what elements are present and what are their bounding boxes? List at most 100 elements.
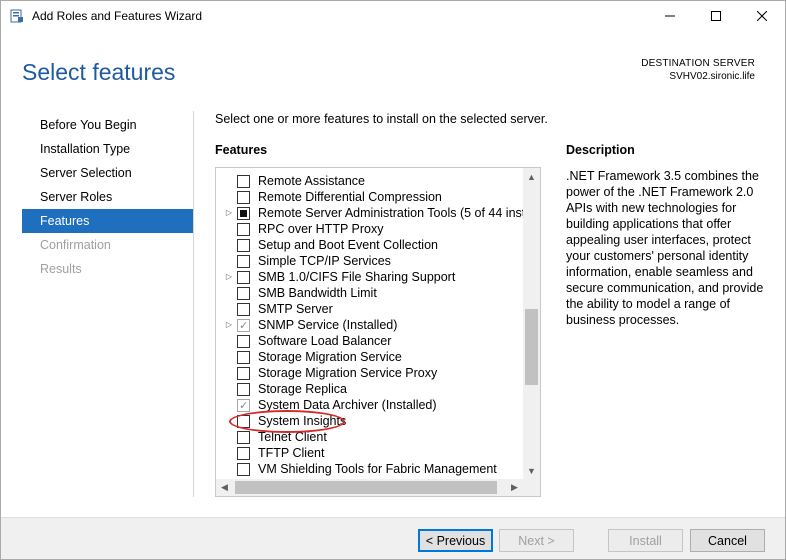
- feature-row[interactable]: SMB Bandwidth Limit: [216, 285, 523, 301]
- nav-divider: [193, 111, 194, 497]
- horizontal-scroll-thumb[interactable]: [235, 481, 497, 494]
- feature-label: Simple TCP/IP Services: [258, 254, 391, 268]
- feature-label: Storage Migration Service Proxy: [258, 366, 438, 380]
- nav-item-results: Results: [40, 262, 82, 276]
- nav-item-installation-type[interactable]: Installation Type: [22, 137, 193, 161]
- feature-row[interactable]: Storage Replica: [216, 381, 523, 397]
- nav-item-before-you-begin[interactable]: Before You Begin: [22, 113, 193, 137]
- feature-label: Software Load Balancer: [258, 334, 392, 348]
- maximize-icon: [711, 11, 721, 21]
- feature-checkbox[interactable]: [237, 239, 250, 252]
- feature-checkbox[interactable]: [237, 255, 250, 268]
- close-icon: [757, 11, 767, 21]
- feature-checkbox[interactable]: [237, 335, 250, 348]
- scroll-right-icon[interactable]: ▶: [506, 479, 523, 496]
- cancel-button[interactable]: Cancel: [690, 529, 765, 552]
- nav-item-features[interactable]: Features: [22, 209, 193, 233]
- feature-row[interactable]: Remote Assistance: [216, 173, 523, 189]
- chevron-right-icon[interactable]: ▷: [224, 205, 234, 221]
- feature-label: SNMP Service (Installed): [258, 318, 398, 332]
- feature-checkbox: [237, 398, 250, 414]
- chevron-right-icon[interactable]: ▷: [224, 269, 234, 285]
- page-title: Select features: [22, 59, 176, 85]
- maximize-button[interactable]: [693, 1, 739, 31]
- feature-row[interactable]: Storage Migration Service Proxy: [216, 365, 523, 381]
- feature-row[interactable]: Software Load Balancer: [216, 333, 523, 349]
- description-text: .NET Framework 3.5 combines the power of…: [566, 169, 764, 327]
- feature-label: Remote Assistance: [258, 174, 365, 188]
- feature-row[interactable]: RPC over HTTP Proxy: [216, 221, 523, 237]
- nav-item-server-roles[interactable]: Server Roles: [22, 185, 193, 209]
- feature-checkbox[interactable]: [237, 415, 250, 428]
- feature-checkbox[interactable]: [237, 223, 250, 236]
- feature-label: SMTP Server: [258, 302, 333, 316]
- instruction-text: Select one or more features to install o…: [215, 112, 548, 126]
- feature-checkbox[interactable]: [237, 287, 250, 300]
- feature-checkbox[interactable]: [237, 175, 250, 188]
- feature-label: Remote Server Administration Tools (5 of…: [258, 206, 541, 220]
- scroll-left-icon[interactable]: ◀: [216, 479, 233, 496]
- feature-row[interactable]: Telnet Client: [216, 429, 523, 445]
- feature-label: Setup and Boot Event Collection: [258, 238, 438, 252]
- feature-label: TFTP Client: [258, 446, 325, 460]
- nav-item-server-selection[interactable]: Server Selection: [22, 161, 193, 185]
- feature-row[interactable]: Setup and Boot Event Collection: [216, 237, 523, 253]
- close-button[interactable]: [739, 1, 785, 31]
- feature-row[interactable]: Storage Migration Service: [216, 349, 523, 365]
- feature-label: System Data Archiver (Installed): [258, 398, 437, 412]
- title-bar[interactable]: Add Roles and Features Wizard: [1, 1, 785, 31]
- feature-checkbox[interactable]: [237, 447, 250, 460]
- features-list[interactable]: Remote Assistance Remote Differential Com…: [215, 167, 541, 497]
- destination-server-label: DESTINATION SERVER: [641, 58, 755, 69]
- wizard-footer: < Previous Next > Install Cancel: [1, 517, 785, 559]
- feature-label: Storage Migration Service: [258, 350, 402, 364]
- feature-checkbox[interactable]: [237, 463, 250, 476]
- feature-label: RPC over HTTP Proxy: [258, 222, 384, 236]
- feature-checkbox[interactable]: [237, 191, 250, 204]
- previous-button[interactable]: < Previous: [418, 529, 493, 552]
- feature-checkbox[interactable]: [237, 351, 250, 364]
- features-heading: Features: [215, 143, 268, 157]
- feature-checkbox[interactable]: [237, 431, 250, 444]
- scroll-up-icon[interactable]: ▲: [523, 168, 540, 185]
- vertical-scroll-thumb[interactable]: [525, 309, 538, 385]
- chevron-right-icon[interactable]: ▷: [224, 317, 234, 333]
- nav-item-confirmation: Confirmation: [40, 238, 111, 252]
- minimize-icon: [665, 15, 675, 17]
- feature-checkbox[interactable]: [237, 367, 250, 380]
- feature-checkbox[interactable]: [237, 207, 250, 220]
- feature-row[interactable]: ▷ SMB 1.0/CIFS File Sharing Support: [216, 269, 523, 285]
- destination-server-name: SVHV02.sironic.life: [669, 71, 755, 82]
- feature-checkbox[interactable]: [237, 303, 250, 316]
- feature-row[interactable]: TFTP Client: [216, 445, 523, 461]
- feature-label: Telnet Client: [258, 430, 327, 444]
- feature-checkbox: [237, 318, 250, 334]
- horizontal-scrollbar[interactable]: ◀ ▶: [216, 479, 523, 496]
- feature-label: SMB Bandwidth Limit: [258, 286, 377, 300]
- feature-row[interactable]: VM Shielding Tools for Fabric Management: [216, 461, 523, 477]
- feature-checkbox[interactable]: [237, 383, 250, 396]
- feature-row[interactable]: ▷ Remote Server Administration Tools (5 o…: [216, 205, 540, 221]
- install-button: Install: [608, 529, 683, 552]
- wizard-window: Add Roles and Features Wizard Select fea…: [0, 0, 786, 560]
- feature-row[interactable]: Simple TCP/IP Services: [216, 253, 523, 269]
- server-wizard-icon: [10, 9, 23, 23]
- feature-row[interactable]: System Insights: [216, 413, 523, 429]
- feature-checkbox[interactable]: [237, 271, 250, 284]
- wizard-nav: Before You Begin Installation Type Serve…: [22, 113, 193, 281]
- minimize-button[interactable]: [647, 1, 693, 31]
- feature-row[interactable]: SMTP Server: [216, 301, 523, 317]
- vertical-scrollbar[interactable]: ▲ ▼: [523, 168, 540, 479]
- feature-row[interactable]: System Data Archiver (Installed): [216, 397, 523, 414]
- next-button: Next >: [499, 529, 574, 552]
- feature-row[interactable]: Remote Differential Compression: [216, 189, 523, 205]
- feature-label: System Insights: [258, 414, 347, 428]
- scroll-down-icon[interactable]: ▼: [523, 462, 540, 479]
- description-heading: Description: [566, 143, 635, 157]
- window-title: Add Roles and Features Wizard: [32, 9, 203, 23]
- feature-row[interactable]: ▷ SNMP Service (Installed): [216, 317, 523, 334]
- feature-label: Storage Replica: [258, 382, 347, 396]
- scrollbar-corner: [523, 479, 540, 496]
- features-list-rows: Remote Assistance Remote Differential Com…: [216, 173, 540, 477]
- feature-label: SMB 1.0/CIFS File Sharing Support: [258, 270, 456, 284]
